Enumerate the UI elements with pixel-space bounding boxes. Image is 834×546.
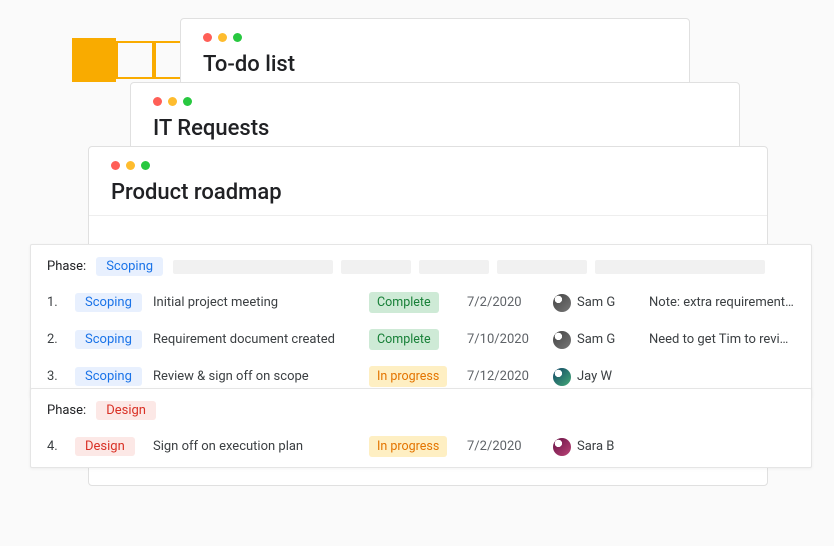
- avatar-icon: [553, 438, 571, 456]
- task-assignee[interactable]: Jay W: [553, 368, 633, 386]
- task-name[interactable]: Sign off on execution plan: [153, 439, 353, 454]
- column-headers-placeholder: [173, 260, 795, 274]
- window-controls[interactable]: [153, 97, 717, 106]
- window-controls[interactable]: [111, 161, 745, 170]
- section-scoping: Phase: Scoping 1. Scoping Initial projec…: [30, 244, 812, 398]
- window-title: To-do list: [203, 52, 667, 77]
- window-controls[interactable]: [203, 33, 667, 42]
- window-title: Product roadmap: [111, 180, 745, 205]
- task-name[interactable]: Requirement document created: [153, 332, 353, 347]
- task-note[interactable]: Need to get Tim to review: [649, 332, 795, 347]
- close-icon[interactable]: [153, 97, 162, 106]
- status-pill[interactable]: Complete: [369, 292, 439, 313]
- avatar-icon: [553, 368, 571, 386]
- table-row[interactable]: 4. Design Sign off on execution plan In …: [31, 428, 811, 465]
- task-note[interactable]: Note: extra requirement to…: [649, 295, 795, 310]
- decoration-yellow: [72, 38, 192, 82]
- phase-chip-scoping[interactable]: Scoping: [96, 257, 163, 276]
- minimize-icon[interactable]: [126, 161, 135, 170]
- task-date[interactable]: 7/12/2020: [467, 369, 537, 384]
- row-number: 3.: [47, 369, 59, 384]
- table-row[interactable]: 1. Scoping Initial project meeting Compl…: [31, 284, 811, 321]
- assignee-name: Sara B: [577, 439, 614, 454]
- maximize-icon[interactable]: [183, 97, 192, 106]
- task-assignee[interactable]: Sam G: [553, 331, 633, 349]
- phase-label: Phase:: [47, 259, 86, 274]
- phase-chip[interactable]: Design: [75, 437, 135, 456]
- assignee-name: Sam G: [577, 295, 615, 310]
- section-header: Phase: Scoping: [31, 251, 811, 284]
- task-name[interactable]: Initial project meeting: [153, 295, 353, 310]
- status-pill[interactable]: In progress: [369, 366, 447, 387]
- close-icon[interactable]: [203, 33, 212, 42]
- status-pill[interactable]: In progress: [369, 436, 447, 457]
- maximize-icon[interactable]: [141, 161, 150, 170]
- section-header: Phase: Design: [31, 395, 811, 428]
- task-date[interactable]: 7/2/2020: [467, 295, 537, 310]
- phase-chip[interactable]: Scoping: [75, 367, 142, 386]
- phase-chip[interactable]: Scoping: [75, 330, 142, 349]
- maximize-icon[interactable]: [233, 33, 242, 42]
- close-icon[interactable]: [111, 161, 120, 170]
- row-number: 1.: [47, 295, 59, 310]
- task-date[interactable]: 7/2/2020: [467, 439, 537, 454]
- table-row[interactable]: 2. Scoping Requirement document created …: [31, 321, 811, 358]
- row-number: 4.: [47, 439, 59, 454]
- avatar-icon: [553, 294, 571, 312]
- avatar-icon: [553, 331, 571, 349]
- row-number: 2.: [47, 332, 59, 347]
- phase-label: Phase:: [47, 403, 86, 418]
- phase-chip-design[interactable]: Design: [96, 401, 156, 420]
- minimize-icon[interactable]: [168, 97, 177, 106]
- window-title: IT Requests: [153, 116, 717, 141]
- section-design: Phase: Design 4. Design Sign off on exec…: [30, 388, 812, 468]
- phase-chip[interactable]: Scoping: [75, 293, 142, 312]
- task-date[interactable]: 7/10/2020: [467, 332, 537, 347]
- assignee-name: Jay W: [577, 369, 612, 384]
- minimize-icon[interactable]: [218, 33, 227, 42]
- assignee-name: Sam G: [577, 332, 615, 347]
- task-assignee[interactable]: Sara B: [553, 438, 633, 456]
- status-pill[interactable]: Complete: [369, 329, 439, 350]
- toolbar-placeholder: [89, 216, 767, 246]
- task-name[interactable]: Review & sign off on scope: [153, 369, 353, 384]
- task-assignee[interactable]: Sam G: [553, 294, 633, 312]
